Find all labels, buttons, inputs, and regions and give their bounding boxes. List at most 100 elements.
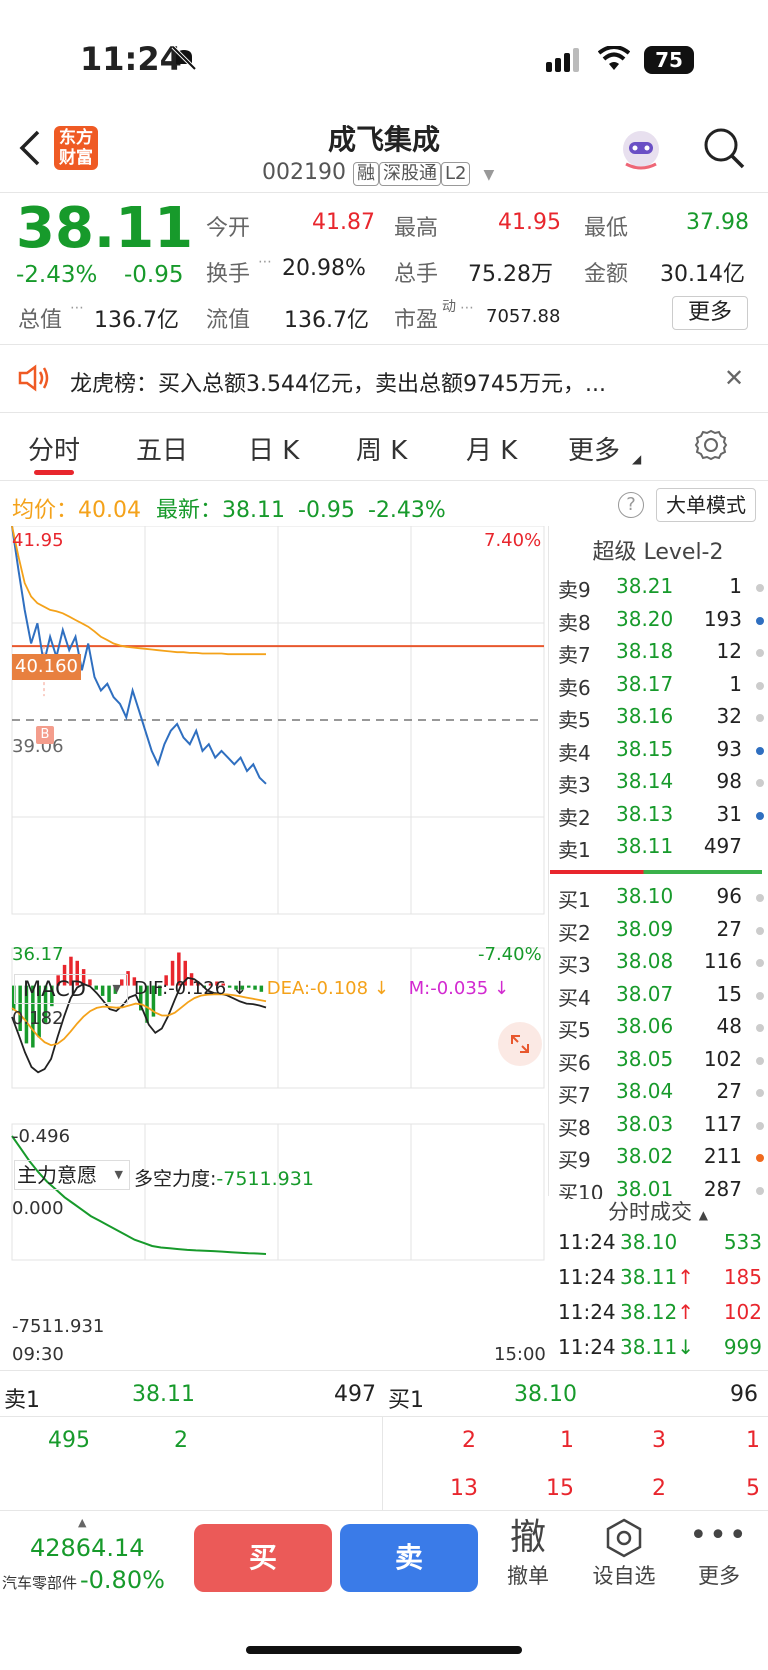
bid-price: 38.04 — [616, 1079, 674, 1103]
bid-volume: 48 — [716, 1014, 742, 1038]
bid-label: 买4 — [558, 985, 591, 1010]
buy-queue-item: 15 — [546, 1476, 574, 1501]
order-dot — [756, 584, 764, 592]
bid-price: 38.09 — [616, 916, 674, 941]
order-dot — [756, 616, 764, 625]
ask-price: 38.18 — [616, 639, 674, 663]
macd-title: MACD — [23, 977, 86, 1001]
bid-row: 买6 38.05 102 — [558, 1047, 764, 1077]
latest-pct: -2.43% — [367, 498, 446, 523]
more-quote-button[interactable]: 更多 — [672, 296, 748, 330]
bid-volume: 211 — [703, 1144, 742, 1168]
tick-price: 38.12↑ — [620, 1300, 695, 1324]
main-force-line — [11, 1135, 267, 1255]
ask-volume: 98 — [716, 769, 742, 793]
cancel-order-button[interactable]: 撤 撤单 — [496, 1516, 560, 1602]
order-dot — [756, 959, 764, 967]
divider — [0, 192, 768, 193]
volume-label: 总手 — [394, 262, 439, 287]
ask-volume: 32 — [716, 704, 742, 728]
sector-index[interactable]: ▲ 42864.14 汽车零部件 -0.80% — [0, 1512, 186, 1602]
queue-buy-vol: 96 — [730, 1382, 758, 1407]
home-indicator — [246, 1646, 522, 1654]
float-value: 136.7亿 — [284, 308, 369, 333]
mf-y-bottom: -7511.931 — [12, 1316, 105, 1337]
tick-price: 38.11↑ — [620, 1265, 695, 1289]
order-dot — [756, 894, 764, 902]
ticks-title: 分时成交 ▲ — [548, 1196, 768, 1226]
ask-price: 38.11 — [616, 834, 674, 858]
turnover-label: 换手 — [206, 262, 251, 287]
order-dot — [756, 681, 764, 690]
buy-button[interactable]: 买 — [194, 1524, 332, 1592]
order-dot — [756, 746, 764, 755]
caret-up-icon: ▲ — [698, 1208, 708, 1222]
help-icon[interactable]: ? — [618, 492, 644, 518]
stock-code-line[interactable]: 002190 融深股通 L2 ▼ — [262, 160, 494, 186]
ask-price: 38.14 — [616, 769, 674, 793]
gear-icon[interactable] — [694, 428, 728, 466]
turnover-value: 20.98% — [282, 256, 366, 281]
pe-label: 市盈 — [394, 308, 439, 333]
bid-label: 买2 — [558, 920, 591, 945]
ask-bid-divider — [550, 870, 762, 874]
buy-queue-item: 5 — [746, 1476, 760, 1501]
expand-icon[interactable] — [498, 1022, 542, 1066]
bid-row: 买8 38.03 117 — [558, 1112, 764, 1142]
intraday-chart[interactable] — [0, 526, 548, 1360]
ask-row: 卖6 38.17 1 — [558, 672, 764, 702]
tab-monthly-k[interactable]: 月 K — [466, 430, 517, 467]
macd-selector[interactable]: MACD ▼ — [14, 974, 128, 1004]
tab-intraday[interactable]: 分时 — [28, 430, 80, 467]
avg-value: 40.04 — [78, 498, 141, 523]
tab-daily-k[interactable]: 日 K — [248, 430, 299, 467]
ask-price: 38.15 — [616, 736, 674, 761]
more-dots-icon: ••• — [689, 1518, 749, 1553]
tab-more[interactable]: 更多 — [568, 430, 620, 467]
tab-active-indicator — [34, 470, 74, 475]
ask-volume: 1 — [729, 671, 742, 696]
bid-volume: 96 — [716, 884, 742, 908]
ask-volume: 193 — [703, 606, 742, 631]
ask-label: 卖3 — [558, 773, 591, 797]
notice-bar[interactable]: 龙虎榜：买入总额3.544亿元，卖出总额9745万元，... ✕ — [0, 346, 768, 410]
buy-queue-item: 13 — [450, 1476, 478, 1501]
x-end-label: 15:00 — [494, 1344, 546, 1365]
tick-row: 11:24 38.10 533 — [558, 1230, 764, 1260]
queue-sell-vol: 497 — [334, 1382, 376, 1407]
bid-row: 买2 38.09 27 — [558, 917, 764, 947]
bid-label: 买5 — [558, 1018, 591, 1042]
ask-label: 卖9 — [558, 578, 591, 602]
add-watchlist-button[interactable]: 设自选 — [586, 1516, 662, 1602]
chevron-down-icon: ▼ — [112, 982, 121, 995]
chart-info-line: 均价：40.04 最新：38.11 -0.95 -2.43% — [12, 492, 446, 524]
search-icon[interactable] — [702, 126, 746, 174]
info-icon: ⋯ — [258, 254, 272, 270]
sell-queue-item: 495 — [48, 1428, 90, 1453]
cancel-icon: 撤 — [509, 1517, 546, 1558]
main-force-selector[interactable]: 主力意愿 ▼ — [14, 1160, 130, 1190]
sell-queue-item: 2 — [174, 1428, 188, 1453]
ask-volume: 497 — [703, 834, 742, 858]
more-button[interactable]: ••• 更多 — [686, 1516, 752, 1602]
pe-value: 7057.88 — [486, 306, 561, 327]
bid-label: 买7 — [558, 1083, 591, 1107]
ticks-title-text: 分时成交 — [608, 1200, 693, 1224]
order-dot — [756, 1154, 764, 1162]
caret-up-icon: ▲ — [78, 1516, 87, 1529]
latest-label: 最新： — [156, 498, 223, 523]
order-dot — [756, 991, 764, 1000]
tab-five-day[interactable]: 五日 — [136, 430, 188, 467]
ask-row: 卖8 38.20 193 — [558, 607, 764, 637]
sell-button[interactable]: 卖 — [340, 1524, 478, 1592]
tab-weekly-k[interactable]: 周 K — [356, 430, 407, 467]
mktcap-label: 总值 — [18, 308, 63, 333]
queue-buy-label: 买1 — [388, 1388, 424, 1413]
robot-assistant-icon[interactable] — [618, 126, 664, 172]
close-icon[interactable]: ✕ — [724, 364, 744, 392]
ask-label: 卖4 — [558, 740, 591, 765]
big-order-mode-button[interactable]: 大单模式 — [656, 488, 756, 522]
bid-volume: 27 — [716, 916, 742, 941]
low-label: 最低 — [584, 216, 629, 241]
speaker-icon — [16, 364, 52, 396]
